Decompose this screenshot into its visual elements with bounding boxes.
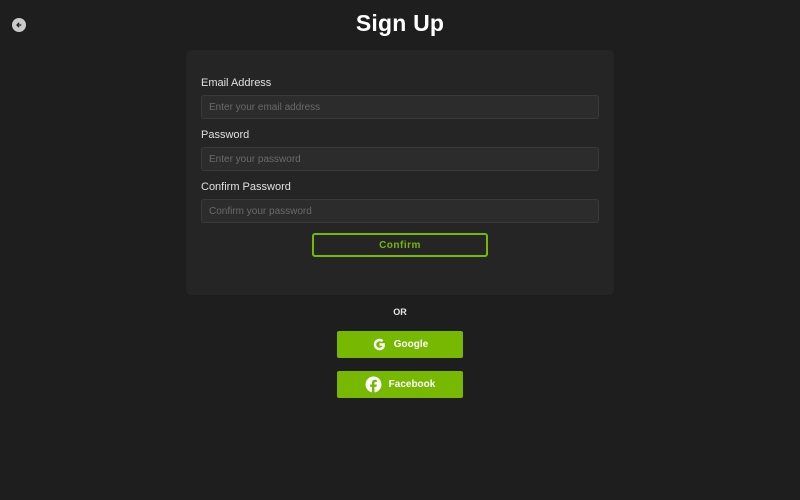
email-label: Email Address xyxy=(201,77,272,89)
google-button-label: Google xyxy=(393,339,429,350)
password-input[interactable] xyxy=(201,147,599,171)
email-field-group: Email Address xyxy=(201,76,599,119)
confirm-password-label: Confirm Password xyxy=(201,181,291,193)
google-signin-button[interactable]: Google xyxy=(337,331,463,358)
google-icon xyxy=(372,337,387,352)
page-title: Sign Up xyxy=(355,10,445,36)
confirm-password-field-group: Confirm Password xyxy=(201,180,599,223)
signup-page: Sign Up Email Address Password Confirm P… xyxy=(0,0,800,500)
or-divider: OR xyxy=(393,307,407,317)
email-input[interactable] xyxy=(201,95,599,119)
confirm-password-input[interactable] xyxy=(201,199,599,223)
facebook-signin-button[interactable]: Facebook xyxy=(337,371,463,398)
confirm-wrap: Confirm xyxy=(201,233,599,257)
facebook-button-label: Facebook xyxy=(388,379,436,390)
confirm-button[interactable]: Confirm xyxy=(312,233,488,257)
facebook-icon xyxy=(365,376,382,393)
password-label: Password xyxy=(201,129,250,141)
signup-form-card: Email Address Password Confirm Password … xyxy=(186,50,614,295)
password-field-group: Password xyxy=(201,128,599,171)
